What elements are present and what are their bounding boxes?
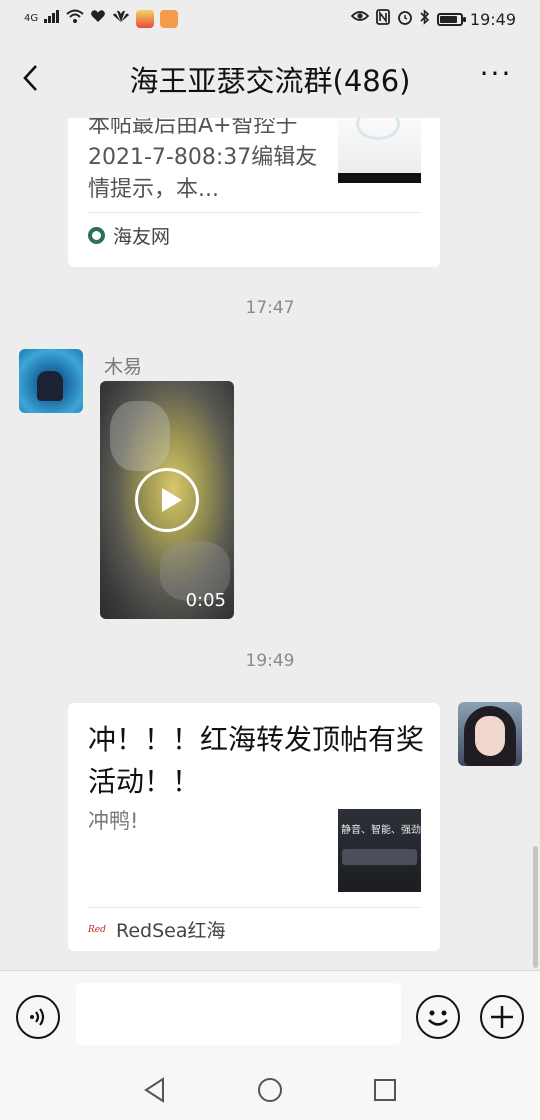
plus-button[interactable] — [480, 995, 524, 1039]
status-right: 19:49 — [350, 9, 516, 29]
message-timestamp: 17:47 — [245, 298, 295, 318]
emoji-button[interactable] — [416, 995, 460, 1039]
network-type: 4G — [24, 13, 39, 24]
card-description: 冲鸭! — [88, 809, 139, 833]
card-divider — [88, 212, 420, 213]
voice-icon — [30, 1008, 45, 1026]
card-source: Red RedSea红海 — [88, 916, 226, 943]
emoji-icon — [428, 1010, 448, 1026]
message-input[interactable] — [76, 983, 401, 1045]
source-logo-icon: Red — [88, 924, 106, 935]
message-timestamp: 19:49 — [245, 651, 295, 671]
heart-icon — [90, 9, 106, 29]
chat-title: 海王亚瑟交流群(486) — [129, 64, 411, 98]
nav-recent-button[interactable] — [371, 1076, 399, 1104]
play-icon[interactable] — [135, 468, 199, 532]
status-bar: 4G 19:49 — [0, 0, 540, 40]
square-recent-icon — [374, 1079, 396, 1101]
card-title: 冲！！！红海转发顶帖有奖活动！！ — [88, 723, 425, 798]
card-thumbnail: 静音、智能、强劲 — [338, 809, 421, 892]
video-frame-detail — [110, 401, 170, 471]
wifi-icon — [66, 9, 84, 29]
system-nav-bar — [0, 1060, 540, 1120]
circle-home-icon — [258, 1078, 282, 1102]
thumbnail-graphic — [356, 118, 400, 140]
source-logo-icon — [88, 227, 105, 244]
thumbnail-text: 静音、智能、强劲 — [341, 825, 421, 836]
nfc-icon — [375, 9, 390, 29]
video-duration: 0:05 — [185, 590, 226, 611]
app-notification-icon — [160, 10, 179, 28]
avatar-figure — [37, 371, 63, 401]
card-source-name: RedSea红海 — [116, 920, 226, 942]
voice-button[interactable] — [16, 995, 60, 1039]
avatar[interactable] — [19, 349, 83, 413]
battery-icon — [436, 12, 466, 26]
status-left: 4G — [24, 9, 179, 29]
sender-name: 木易 — [104, 356, 143, 378]
nav-home-button[interactable] — [256, 1076, 284, 1104]
input-bar — [0, 970, 540, 1060]
shared-link-card[interactable]: 冲！！！红海转发顶帖有奖活动！！ 冲鸭! 静音、智能、强劲 Red RedSea… — [68, 703, 440, 951]
huawei-icon — [112, 9, 130, 29]
signal-icon — [44, 9, 60, 29]
app-notification-icon — [136, 10, 155, 28]
card-divider — [88, 907, 420, 908]
chat-header: 海王亚瑟交流群(486) ··· — [0, 40, 540, 118]
card-thumbnail — [338, 118, 421, 183]
triangle-back-icon — [144, 1077, 164, 1103]
thumbnail-product — [342, 849, 417, 865]
plus-icon — [491, 1006, 513, 1028]
status-time: 19:49 — [469, 9, 516, 29]
chat-scrollbar[interactable] — [533, 846, 538, 968]
alarm-icon — [397, 9, 413, 29]
shared-link-card[interactable]: 本帖最后由A+智控于2021-7-808:37编辑友情提示，本... 海友网 — [68, 118, 440, 267]
card-source-name: 海友网 — [113, 226, 171, 248]
bluetooth-icon — [420, 9, 430, 29]
eye-icon — [350, 9, 370, 29]
thumbnail-band — [338, 173, 421, 183]
card-description: 本帖最后由A+智控于2021-7-808:37编辑友情提示，本... — [88, 118, 318, 202]
avatar-face — [475, 716, 505, 756]
nav-back-button[interactable] — [141, 1076, 169, 1104]
card-source: 海友网 — [88, 222, 170, 249]
avatar[interactable] — [458, 702, 522, 766]
more-options-button[interactable]: ··· — [476, 60, 516, 92]
chat-messages[interactable]: 本帖最后由A+智控于2021-7-808:37编辑友情提示，本... 海友网 1… — [0, 118, 540, 970]
video-message[interactable]: 0:05 — [100, 381, 234, 619]
battery-level — [439, 15, 457, 23]
